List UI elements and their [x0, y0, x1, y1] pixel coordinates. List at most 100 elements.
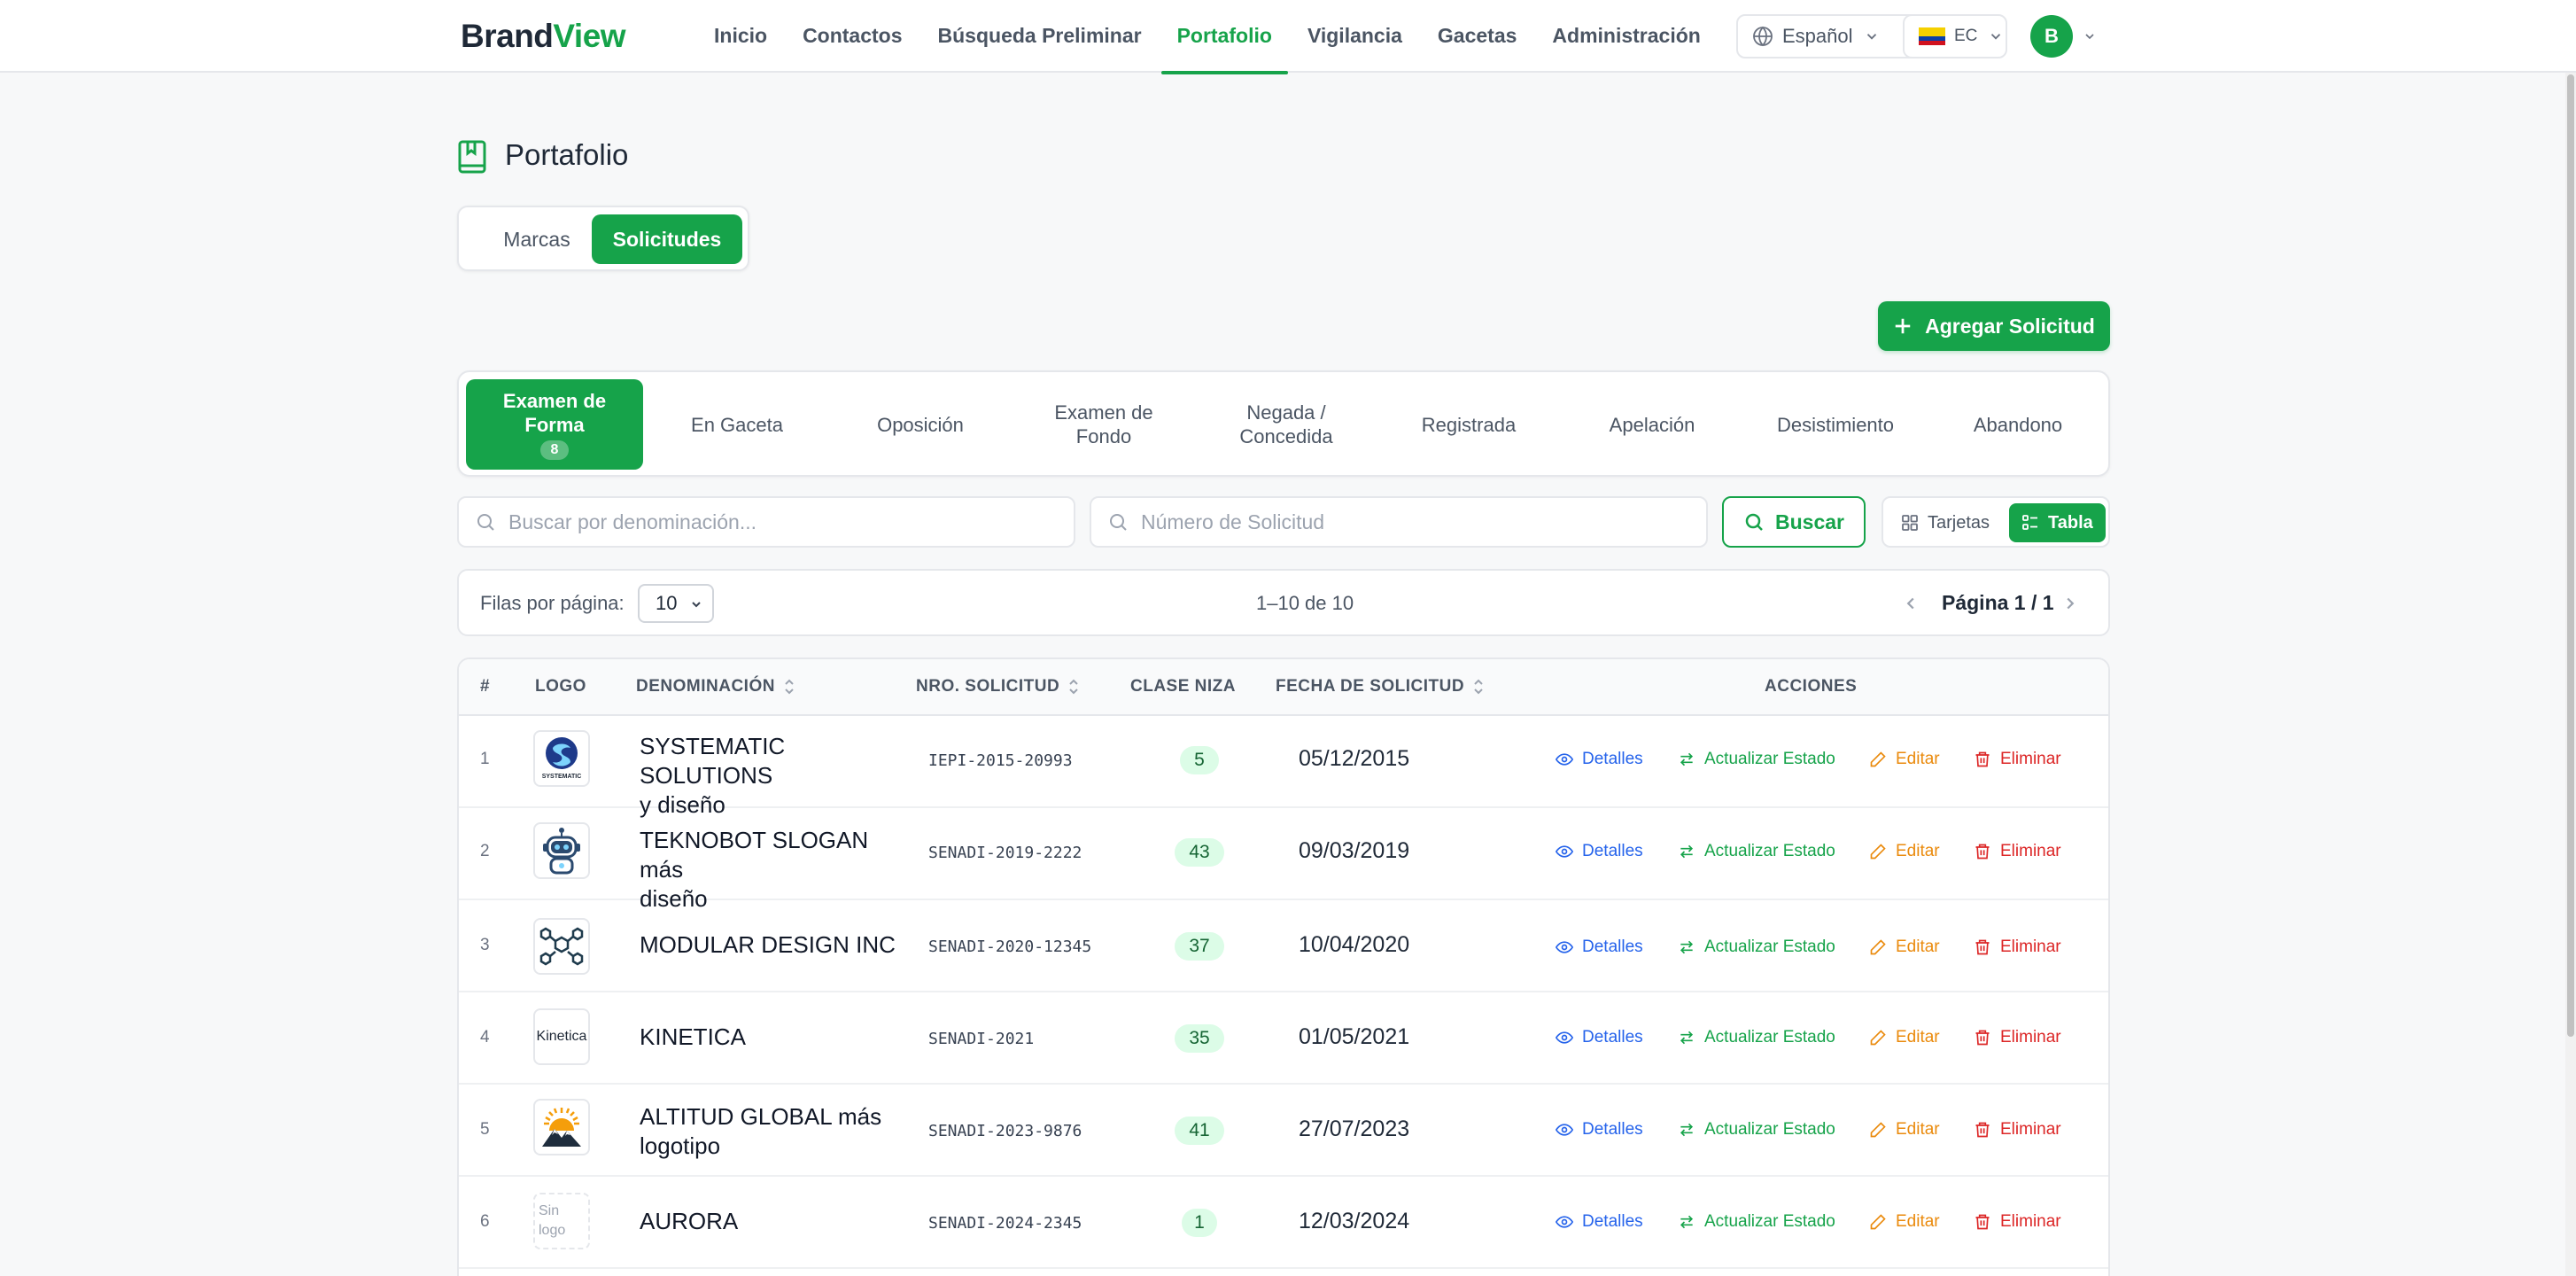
column-header-label: NRO. SOLICITUD — [916, 677, 1060, 696]
status-tab-desistimiento[interactable]: Desistimiento — [1747, 379, 1924, 470]
delete-button[interactable]: Eliminar — [1974, 1120, 2061, 1140]
page-scrollbar[interactable] — [2565, 73, 2576, 1276]
details-button[interactable]: Detalles — [1556, 842, 1643, 861]
nav-vigilancia[interactable]: Vigilancia — [1290, 0, 1420, 73]
column-header-fecha[interactable]: FECHA DE SOLICITUD — [1276, 677, 1486, 696]
list-icon — [2022, 515, 2037, 530]
search-numero-field — [1090, 496, 1708, 548]
edit-button[interactable]: Editar — [1869, 842, 1940, 861]
update-status-button[interactable]: Actualizar Estado — [1678, 1028, 1835, 1047]
details-button[interactable]: Detalles — [1556, 938, 1643, 957]
edit-button[interactable]: Editar — [1869, 750, 1940, 769]
status-tab-registrada[interactable]: Registrada — [1380, 379, 1557, 470]
view-cards-button[interactable]: Tarjetas — [1889, 503, 2002, 542]
row-nro-solicitud: SENADI-2021 — [928, 1030, 1035, 1048]
status-tab-abandono[interactable]: Abandono — [1929, 379, 2107, 470]
denominacion-line: KINETICA — [640, 1023, 746, 1050]
status-tab-label: Registrada — [1421, 413, 1517, 436]
edit-label: Editar — [1896, 1212, 1940, 1231]
pencil-icon — [1870, 1030, 1886, 1046]
delete-button[interactable]: Eliminar — [1974, 750, 2061, 769]
edit-button[interactable]: Editar — [1869, 1028, 1940, 1047]
edit-button[interactable]: Editar — [1869, 938, 1940, 957]
delete-button[interactable]: Eliminar — [1974, 1028, 2061, 1047]
details-label: Detalles — [1582, 938, 1643, 956]
chevron-right-icon[interactable] — [2060, 594, 2080, 613]
column-header-num: # — [480, 677, 491, 696]
clase-niza-badge: 1 — [1182, 1209, 1217, 1237]
edit-button[interactable]: Editar — [1869, 1120, 1940, 1140]
status-tab-label: Concedida — [1239, 425, 1333, 447]
no-logo-text: Sin logo — [539, 1202, 585, 1241]
clase-niza-badge: 5 — [1180, 746, 1219, 774]
denominacion-line: MODULAR DESIGN INC — [640, 931, 896, 958]
search-denominacion-input[interactable] — [508, 510, 1058, 534]
chevron-left-icon[interactable] — [1901, 594, 1920, 613]
swap-arrows-icon — [1680, 1215, 1694, 1229]
status-tab-negada-concedida[interactable]: Negada / Concedida — [1198, 379, 1375, 470]
update-status-button[interactable]: Actualizar Estado — [1678, 1212, 1835, 1232]
delete-button[interactable]: Eliminar — [1974, 842, 2061, 861]
eye-icon — [1556, 1216, 1573, 1228]
edit-button[interactable]: Editar — [1869, 1212, 1940, 1232]
brand-logo[interactable]: BrandView — [461, 18, 626, 55]
book-bookmark-icon — [458, 140, 486, 174]
nav-portafolio[interactable]: Portafolio — [1160, 0, 1290, 74]
portfolio-type-toggle: Marcas Solicitudes — [457, 206, 749, 271]
row-number: 4 — [480, 1028, 490, 1046]
details-button[interactable]: Detalles — [1556, 750, 1643, 769]
nav-contactos[interactable]: Contactos — [785, 0, 919, 73]
trash-icon — [1975, 1122, 1990, 1138]
trash-icon — [1975, 939, 1990, 955]
view-table-button[interactable]: Tabla — [2009, 503, 2106, 542]
row-number: 3 — [480, 936, 490, 954]
delete-label: Eliminar — [2000, 1212, 2061, 1231]
user-avatar[interactable]: B — [2030, 15, 2073, 58]
nav-busqueda-preliminar[interactable]: Búsqueda Preliminar — [920, 0, 1160, 73]
status-tab-apelacion[interactable]: Apelación — [1563, 379, 1741, 470]
scrollbar-thumb[interactable] — [2567, 74, 2574, 1037]
brand-logo-part2: View — [553, 18, 626, 54]
search-numero-input[interactable] — [1141, 510, 1690, 534]
view-table-label: Tabla — [2048, 512, 2093, 533]
table-row: 6 Sin logo AURORA SENADI-2024-2345 1 12/0… — [459, 1177, 2108, 1269]
delete-button[interactable]: Eliminar — [1974, 1212, 2061, 1232]
chevron-down-icon — [692, 602, 701, 608]
status-tabs: Examen de Forma 8 En Gaceta Oposición Ex… — [457, 370, 2110, 477]
update-status-button[interactable]: Actualizar Estado — [1678, 842, 1835, 861]
delete-label: Eliminar — [2000, 1028, 2061, 1046]
update-status-button[interactable]: Actualizar Estado — [1678, 1120, 1835, 1140]
trash-icon — [1975, 844, 1990, 860]
table-row: 5 ALTITUD GLOBAL más logotipo SENADI-2023… — [459, 1085, 2108, 1177]
nav-inicio[interactable]: Inicio — [696, 0, 785, 73]
systematic-logo-icon: SYSTEMATIC — [542, 737, 581, 780]
kinetica-logo-text: Kinetica — [536, 1029, 587, 1044]
update-status-button[interactable]: Actualizar Estado — [1678, 750, 1835, 769]
update-status-button[interactable]: Actualizar Estado — [1678, 938, 1835, 957]
status-tab-oposicion[interactable]: Oposición — [832, 379, 1009, 470]
tab-marcas[interactable]: Marcas — [468, 214, 606, 264]
nav-gacetas[interactable]: Gacetas — [1420, 0, 1535, 73]
row-logo: Kinetica — [533, 1008, 590, 1065]
layout-toggle: Tarjetas Tabla — [1882, 496, 2110, 548]
status-tab-examen-fondo[interactable]: Examen de Fondo — [1015, 379, 1192, 470]
chevron-down-icon[interactable] — [2083, 29, 2097, 43]
buscar-button[interactable]: Buscar — [1722, 496, 1866, 548]
details-button[interactable]: Detalles — [1556, 1028, 1643, 1047]
top-navbar: BrandView Inicio Contactos Búsqueda Prel… — [0, 0, 2576, 74]
buscar-label: Buscar — [1775, 510, 1844, 533]
details-button[interactable]: Detalles — [1556, 1120, 1643, 1140]
status-tab-en-gaceta[interactable]: En Gaceta — [648, 379, 826, 470]
country-select[interactable]: EC — [1903, 14, 2007, 58]
denominacion-line: ALTITUD GLOBAL más — [640, 1103, 882, 1130]
column-header-denominacion[interactable]: DENOMINACIÓN — [636, 677, 796, 696]
status-tab-examen-forma[interactable]: Examen de Forma 8 — [466, 379, 643, 470]
add-solicitud-button[interactable]: Agregar Solicitud — [1878, 301, 2110, 351]
delete-button[interactable]: Eliminar — [1974, 938, 2061, 957]
tab-solicitudes[interactable]: Solicitudes — [592, 214, 742, 264]
column-header-nro-solicitud[interactable]: NRO. SOLICITUD — [916, 677, 1081, 696]
nav-administracion[interactable]: Administración — [1534, 0, 1718, 73]
denominacion-line: AURORA — [640, 1208, 739, 1234]
details-button[interactable]: Detalles — [1556, 1212, 1643, 1232]
rows-per-page-select[interactable]: 10 — [638, 584, 714, 623]
